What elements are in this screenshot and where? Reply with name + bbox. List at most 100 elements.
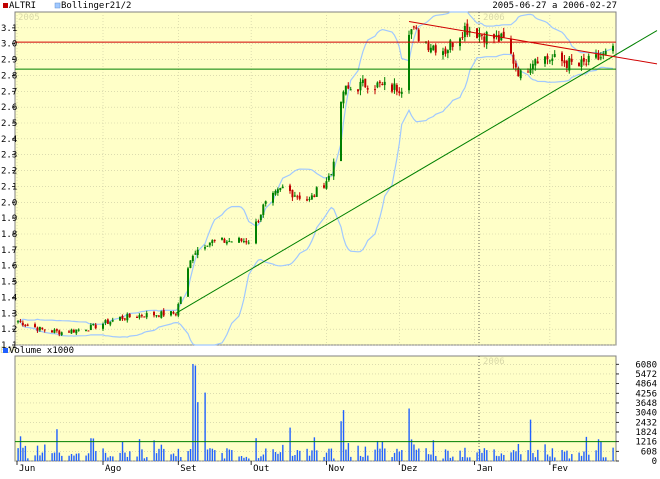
candle-body [21, 322, 24, 326]
volume-bar [265, 448, 267, 461]
price-tick-label: 1.5 [1, 278, 17, 288]
volume-bar [107, 457, 109, 461]
stock-chart: ALTRI Bollinger21/2 2005-06-27 a 2006-02… [0, 1, 658, 474]
candle-body [451, 42, 454, 47]
candle-body [259, 214, 262, 221]
candle-body [612, 45, 614, 52]
price-tick-label: 2.9 [1, 56, 17, 66]
candle-body [563, 60, 566, 64]
price-tick-label: 2.8 [1, 71, 17, 81]
volume-bar [529, 419, 532, 461]
price-tick-label: 1.7 [1, 246, 17, 256]
volume-bar [486, 450, 488, 461]
volume-bar [415, 449, 418, 461]
symbol-legend-marker [3, 3, 8, 8]
volume-bar [447, 450, 449, 461]
volume-bar [262, 454, 265, 461]
candle-body [536, 61, 539, 64]
candle-body [55, 329, 58, 331]
volume-bar [272, 449, 274, 461]
volume-bar [68, 455, 70, 461]
candle-body [308, 198, 311, 200]
volume-bar [340, 421, 342, 461]
candle-body [565, 60, 568, 68]
candle-body [393, 83, 396, 90]
volume-bar [325, 452, 328, 461]
volume-tick-label: 1824 [635, 428, 657, 438]
price-tick-label: 2.5 [1, 119, 17, 129]
candle-body [153, 312, 155, 316]
volume-bar [401, 450, 403, 461]
candle-body [325, 181, 328, 189]
volume-bar [158, 448, 160, 461]
volume-bar [146, 457, 148, 461]
volume-bar [537, 449, 539, 461]
volume-bar [430, 454, 432, 461]
candle-body [177, 304, 180, 316]
volume-bar [78, 453, 80, 461]
volume-bar [410, 439, 413, 461]
volume-bar [568, 458, 571, 461]
volume-bar [578, 452, 580, 461]
price-tick-label: 2.3 [1, 151, 17, 161]
candle-body [315, 187, 318, 197]
volume-bar [612, 447, 614, 461]
candle-body [347, 85, 350, 89]
candle-body [157, 315, 160, 317]
volume-bar [141, 449, 143, 461]
candle-body [400, 91, 403, 94]
candle-body [174, 314, 177, 316]
candle-body [77, 329, 80, 331]
candle-body [225, 241, 228, 244]
candle-body [298, 195, 301, 199]
candle-body [580, 59, 583, 68]
volume-bar [449, 457, 452, 461]
volume-bar [27, 458, 29, 461]
candle-body [145, 313, 148, 318]
month-label: Set [180, 464, 196, 474]
candle-body [24, 324, 27, 326]
volume-bar [459, 450, 461, 461]
candle-body [527, 71, 529, 73]
volume-tick-label: 4256 [635, 389, 657, 399]
volume-bar [197, 402, 199, 461]
volume-bar [187, 451, 189, 461]
candle-body [374, 89, 376, 91]
volume-bar [532, 453, 534, 461]
candle-body [138, 315, 141, 318]
candle-body [206, 245, 209, 247]
candle-body [128, 313, 131, 318]
candle-body [34, 324, 36, 328]
price-tick-label: 2.2 [1, 167, 17, 177]
volume-bar [554, 457, 556, 461]
candle-body [204, 247, 206, 249]
candle-body [228, 241, 231, 243]
price-tick-label: 1.3 [1, 309, 17, 319]
volume-bar [427, 454, 430, 461]
month-label: Fev [552, 464, 568, 474]
month-label: Ago [105, 464, 121, 474]
volume-bar [498, 456, 500, 461]
volume-bar [583, 451, 585, 461]
candle-body [531, 63, 534, 70]
volume-bar [44, 444, 46, 461]
volume-bar [362, 456, 364, 461]
candle-body [415, 27, 418, 29]
candle-body [211, 240, 214, 243]
price-axis: 1.11.21.31.41.51.61.71.81.92.02.12.22.32… [1, 24, 17, 351]
candle-body [17, 321, 19, 323]
price-tick-label: 1.4 [1, 293, 17, 303]
volume-bar [104, 452, 107, 461]
volume-bar [238, 456, 240, 461]
month-label: Nov [328, 464, 344, 474]
date-range: 2005-06-27 a 2006-02-27 [492, 1, 617, 11]
volume-bar [376, 440, 379, 461]
volume-bar [223, 458, 226, 461]
candle-body [534, 59, 537, 66]
candle-body [323, 185, 325, 188]
price-tick-label: 2.1 [1, 182, 17, 192]
volume-tick-label: 6080 [635, 360, 657, 370]
volume-bar [39, 455, 41, 461]
volume-bar [571, 454, 573, 461]
candle-body [274, 190, 277, 195]
